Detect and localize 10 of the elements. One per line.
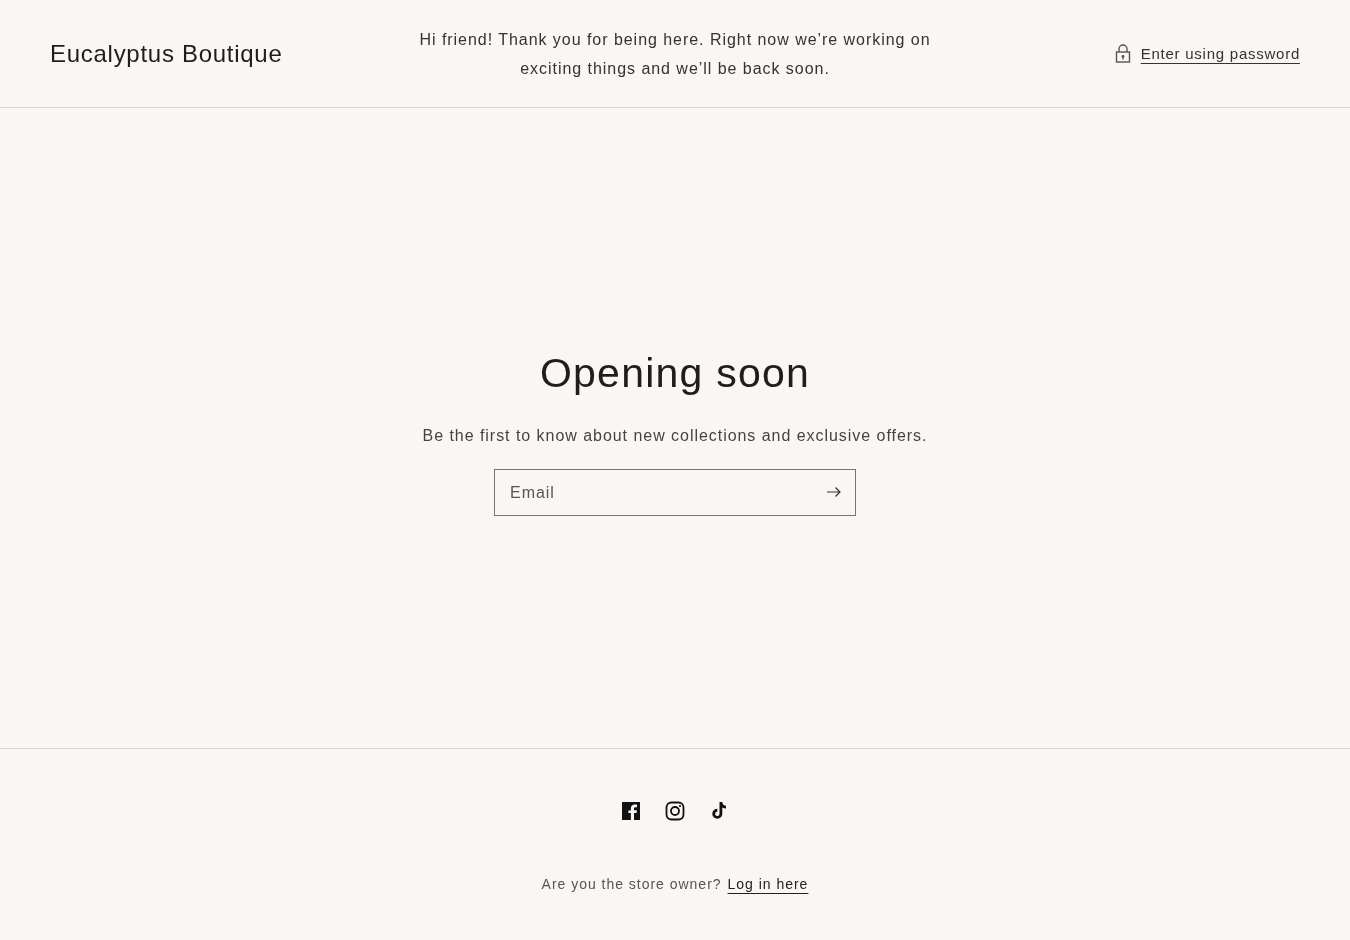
subheading-text: Be the first to know about new collections and exclusive offers. [422,427,928,445]
lock-icon [1114,44,1131,63]
announcement-text: Hi friend! Thank you for being here. Right now we’re working on exciting things and we’ll be back soon. [418,29,932,79]
page-heading: Opening soon [539,350,811,397]
owner-prompt-text: Are you the store owner? [541,876,722,892]
password-link[interactable]: Enter using password [1140,45,1300,62]
arrow-right-icon [826,486,842,498]
email-field[interactable]: Email [494,469,856,516]
login-link[interactable]: Log in here [727,876,809,892]
store-name[interactable]: Eucalyptus Boutique [50,39,283,68]
